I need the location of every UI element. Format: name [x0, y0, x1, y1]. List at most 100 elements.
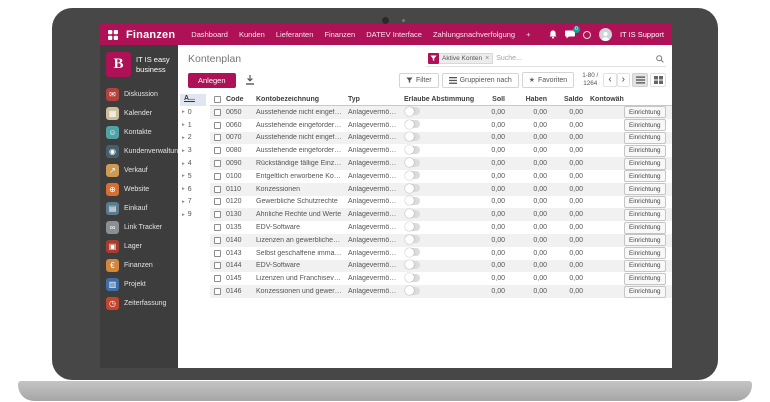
allow-reconciliation-toggle[interactable] — [405, 210, 420, 218]
activities-icon[interactable] — [583, 31, 591, 39]
row-checkbox[interactable] — [214, 262, 221, 269]
topbar-menu-item-kunden[interactable]: Kunden — [239, 30, 265, 39]
sidebar-item-verkauf[interactable]: ↗Verkauf — [100, 161, 178, 180]
table-row-0100[interactable]: 0100Entgeltlich erworbene Konzession...A… — [210, 170, 672, 183]
row-checkbox[interactable] — [214, 134, 221, 141]
notification-bell-icon[interactable] — [549, 30, 557, 39]
topbar-menu-item-datev-interface[interactable]: DATEV Interface — [366, 30, 422, 39]
app-title[interactable]: Finanzen — [126, 29, 175, 41]
setup-button[interactable]: Einrichtung — [624, 145, 666, 157]
setup-button[interactable]: Einrichtung — [624, 196, 666, 208]
expand-caret-icon[interactable]: ▸ — [182, 173, 185, 179]
search-icon[interactable] — [656, 55, 664, 63]
topbar-menu-item-zahlungsnachverfolgung[interactable]: Zahlungsnachverfolgung — [433, 30, 515, 39]
allow-reconciliation-toggle[interactable] — [405, 159, 420, 167]
allow-reconciliation-toggle[interactable] — [405, 107, 420, 115]
sidebar-item-zeiterfassung[interactable]: ◷Zeiterfassung — [100, 294, 178, 313]
table-row-0144[interactable]: 0144EDV-SoftwareAnlagevermögen0,000,000,… — [210, 260, 672, 273]
expand-caret-icon[interactable]: ▸ — [182, 199, 185, 205]
kanban-view-button[interactable] — [650, 73, 666, 87]
setup-button[interactable]: Einrichtung — [624, 132, 666, 144]
setup-button[interactable]: Einrichtung — [624, 234, 666, 246]
table-row-0110[interactable]: 0110KonzessionenAnlagevermögen0,000,000,… — [210, 183, 672, 196]
expand-caret-icon[interactable]: ▸ — [182, 186, 185, 192]
table-row-0135[interactable]: 0135EDV-SoftwareAnlagevermögen0,000,000,… — [210, 221, 672, 234]
user-avatar[interactable] — [599, 28, 612, 41]
export-icon[interactable] — [245, 75, 255, 85]
topbar-menu-item-lieferanten[interactable]: Lieferanten — [276, 30, 314, 39]
hierarchy-group-0[interactable]: ▸0 — [180, 106, 206, 119]
setup-button[interactable]: Einrichtung — [624, 260, 666, 272]
setup-button[interactable]: Einrichtung — [624, 247, 666, 259]
topbar-menu-item-dashboard[interactable]: Dashboard — [191, 30, 228, 39]
filter-button[interactable]: Filter — [399, 73, 439, 88]
setup-button[interactable]: Einrichtung — [624, 183, 666, 195]
column-header-code[interactable]: Code — [226, 96, 256, 103]
row-checkbox[interactable] — [214, 173, 221, 180]
list-view-button[interactable] — [632, 73, 648, 87]
allow-reconciliation-toggle[interactable] — [405, 235, 420, 243]
allow-reconciliation-toggle[interactable] — [405, 120, 420, 128]
user-name[interactable]: IT IS Support — [620, 30, 664, 39]
row-checkbox[interactable] — [214, 211, 221, 218]
column-header-haben[interactable]: Haben — [512, 96, 554, 103]
topbar-menu-item--[interactable]: + — [526, 30, 530, 39]
sidebar-item-kontakte[interactable]: ☺Kontakte — [100, 123, 178, 142]
row-checkbox[interactable] — [214, 198, 221, 205]
hierarchy-group-6[interactable]: ▸6 — [180, 183, 206, 196]
sidebar-item-diskussion[interactable]: ✉Diskussion — [100, 85, 178, 104]
sidebar-item-einkauf[interactable]: ▤Einkauf — [100, 199, 178, 218]
row-checkbox[interactable] — [214, 109, 221, 116]
sidebar-item-finanzen[interactable]: €Finanzen — [100, 256, 178, 275]
sidebar-item-kundenverwaltung[interactable]: ◉Kundenverwaltung — [100, 142, 178, 161]
hierarchy-group-3[interactable]: ▸3 — [180, 144, 206, 157]
sidebar-item-lager[interactable]: ▣Lager — [100, 237, 178, 256]
table-row-0146[interactable]: 0146Konzessionen und gewerbliche S...Anl… — [210, 285, 672, 298]
hierarchy-group-7[interactable]: ▸7 — [180, 196, 206, 209]
table-row-0140[interactable]: 0140Lizenzen an gewerblichen Schutzr...A… — [210, 234, 672, 247]
allow-reconciliation-toggle[interactable] — [405, 261, 420, 269]
row-checkbox[interactable] — [214, 224, 221, 231]
row-checkbox[interactable] — [214, 147, 221, 154]
pager-next-button[interactable]: › — [617, 73, 630, 87]
setup-button[interactable]: Einrichtung — [624, 106, 666, 118]
row-checkbox[interactable] — [214, 237, 221, 244]
select-all-checkbox[interactable] — [214, 96, 221, 103]
setup-button[interactable]: Einrichtung — [624, 209, 666, 221]
allow-reconciliation-toggle[interactable] — [405, 197, 420, 205]
create-button[interactable]: Anlegen — [188, 73, 236, 88]
setup-button[interactable]: Einrichtung — [624, 158, 666, 170]
messages-icon[interactable]: 0 — [565, 30, 575, 39]
hierarchy-group-5[interactable]: ▸5 — [180, 170, 206, 183]
hierarchy-group-2[interactable]: ▸2 — [180, 132, 206, 145]
expand-caret-icon[interactable]: ▸ — [182, 161, 185, 167]
setup-button[interactable]: Einrichtung — [624, 170, 666, 182]
row-checkbox[interactable] — [214, 288, 221, 295]
column-header-kontobezeichnung[interactable]: Kontobezeichnung — [256, 96, 348, 103]
hierarchy-group-9[interactable]: ▸9 — [180, 208, 206, 221]
hierarchy-header[interactable]: A... — [180, 94, 206, 106]
setup-button[interactable]: Einrichtung — [624, 119, 666, 131]
sidebar-item-link-tracker[interactable]: ∞Link Tracker — [100, 218, 178, 237]
setup-button[interactable]: Einrichtung — [624, 273, 666, 285]
row-checkbox[interactable] — [214, 250, 221, 257]
table-row-0090[interactable]: 0090Rückständige fällige Einzahlunge...A… — [210, 157, 672, 170]
hierarchy-group-1[interactable]: ▸1 — [180, 119, 206, 132]
row-checkbox[interactable] — [214, 122, 221, 129]
expand-caret-icon[interactable]: ▸ — [182, 109, 185, 115]
table-row-0130[interactable]: 0130Ähnliche Rechte und WerteAnlagevermö… — [210, 208, 672, 221]
expand-caret-icon[interactable]: ▸ — [182, 135, 185, 141]
sidebar-item-projekt[interactable]: ▥Projekt — [100, 275, 178, 294]
apps-grid-icon[interactable] — [108, 30, 118, 40]
sidebar-item-kalender[interactable]: ▦Kalender — [100, 104, 178, 123]
expand-caret-icon[interactable]: ▸ — [182, 212, 185, 218]
allow-reconciliation-toggle[interactable] — [405, 184, 420, 192]
row-checkbox[interactable] — [214, 186, 221, 193]
allow-reconciliation-toggle[interactable] — [405, 248, 420, 256]
table-row-0120[interactable]: 0120Gewerbliche SchutzrechteAnlagevermög… — [210, 196, 672, 209]
allow-reconciliation-toggle[interactable] — [405, 133, 420, 141]
allow-reconciliation-toggle[interactable] — [405, 274, 420, 282]
table-row-0060[interactable]: 0060Ausstehende eingeforderte Einlag...A… — [210, 119, 672, 132]
column-header-soll[interactable]: Soll — [474, 96, 512, 103]
topbar-menu-item-finanzen[interactable]: Finanzen — [324, 30, 355, 39]
